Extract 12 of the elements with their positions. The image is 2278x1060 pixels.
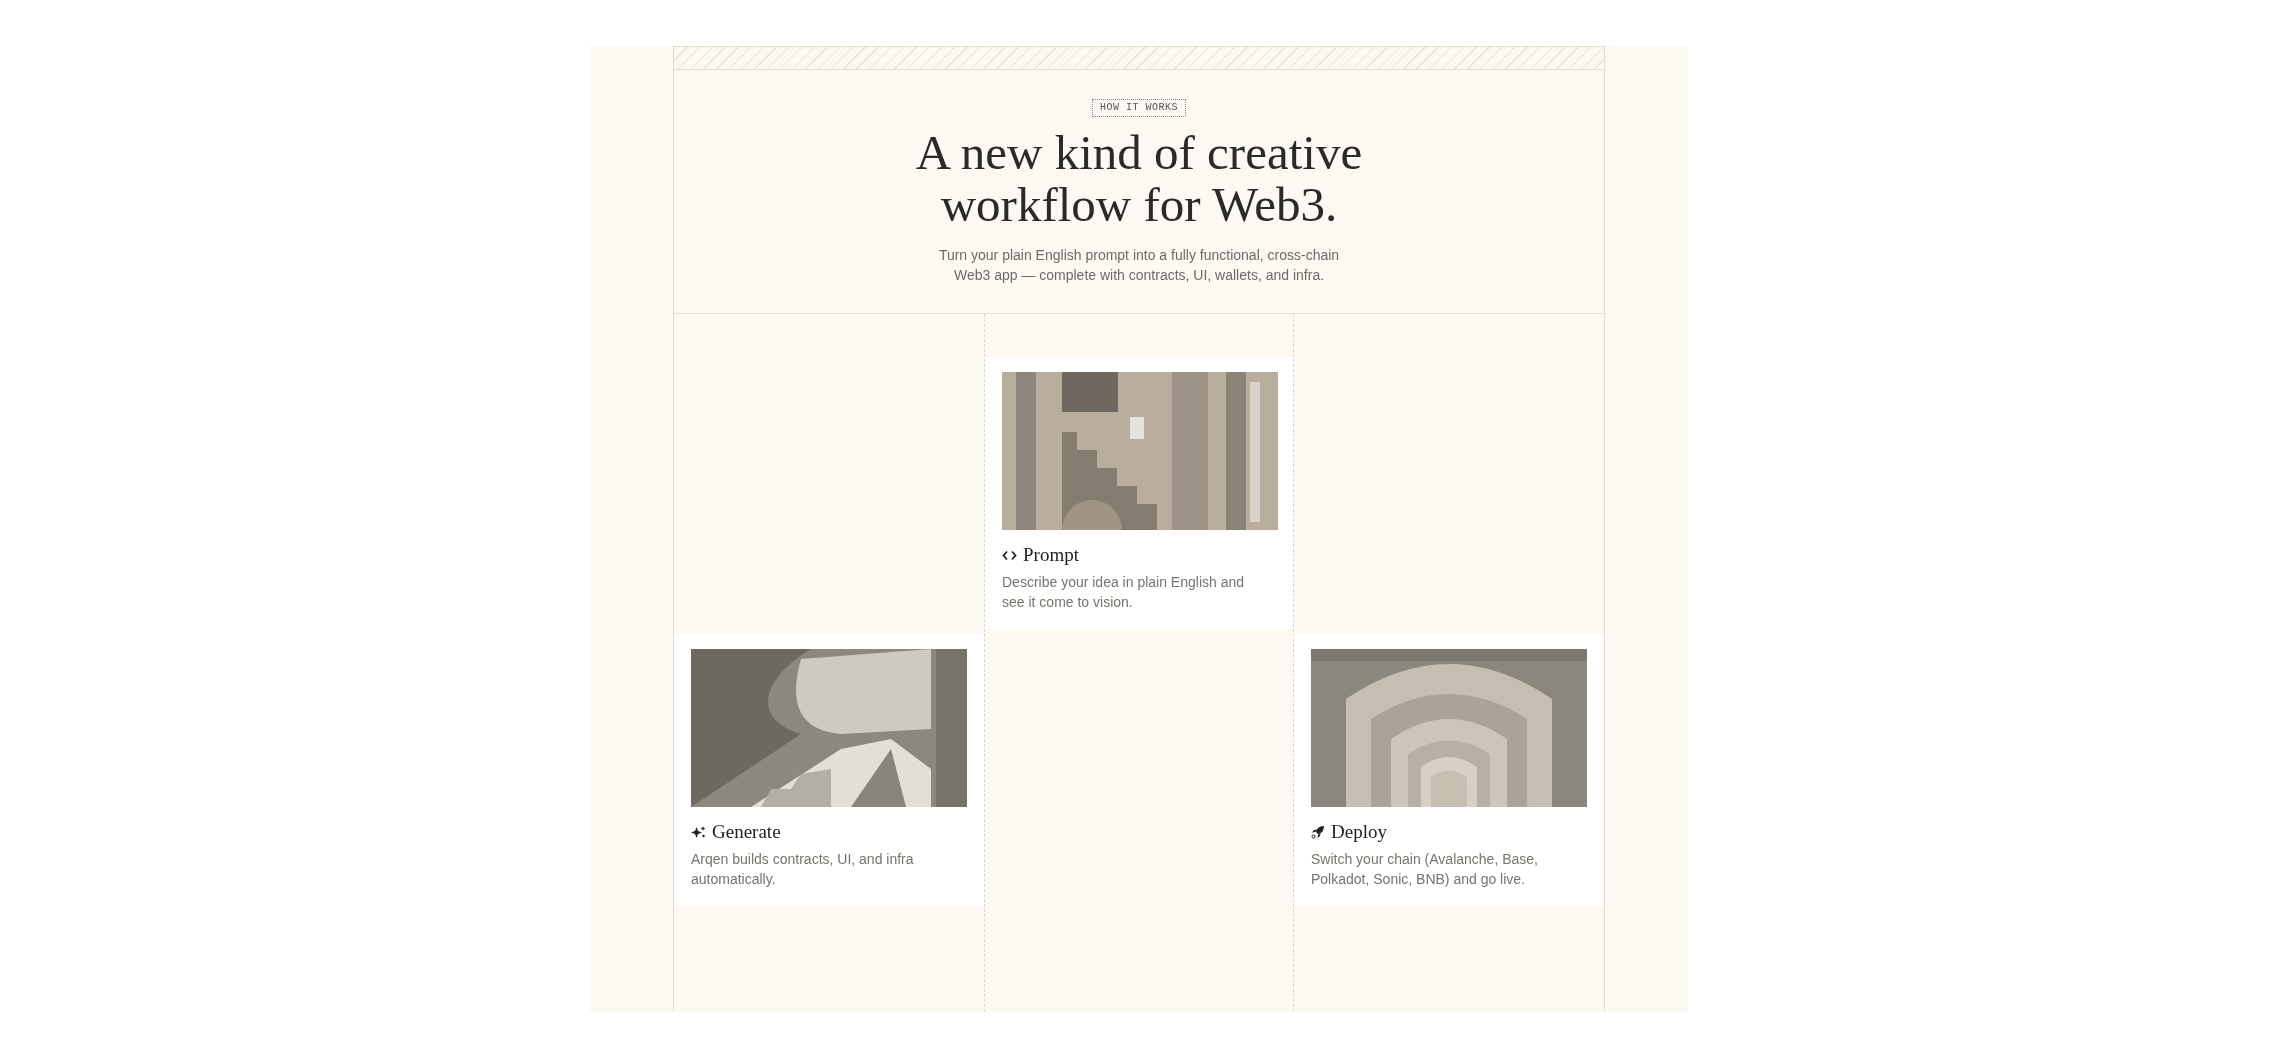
step-description: Switch your chain (Avalanche, Base, Polkadot, Sonic, BNB) and go live. xyxy=(1311,850,1539,889)
step-title: Generate xyxy=(712,820,781,844)
step-title: Prompt xyxy=(1023,543,1079,567)
step-title: Deploy xyxy=(1331,820,1387,844)
rocket-icon xyxy=(1311,825,1325,839)
section-subtitle: Turn your plain English prompt into a fully functional, cross-chain Web3 app — complete with contracts, UI, wallets, and infra. xyxy=(937,246,1341,285)
step-description: Arqen builds contracts, UI, and infra automatically. xyxy=(691,850,915,889)
section-heading: A new kind of creative workflow for Web3. xyxy=(914,127,1364,231)
step-description: Describe your idea in plain English and see it come to vision. xyxy=(1002,573,1246,612)
section-badge: HOW IT WORKS xyxy=(1092,99,1186,117)
code-icon xyxy=(1002,549,1017,561)
sparkles-icon xyxy=(691,825,706,839)
